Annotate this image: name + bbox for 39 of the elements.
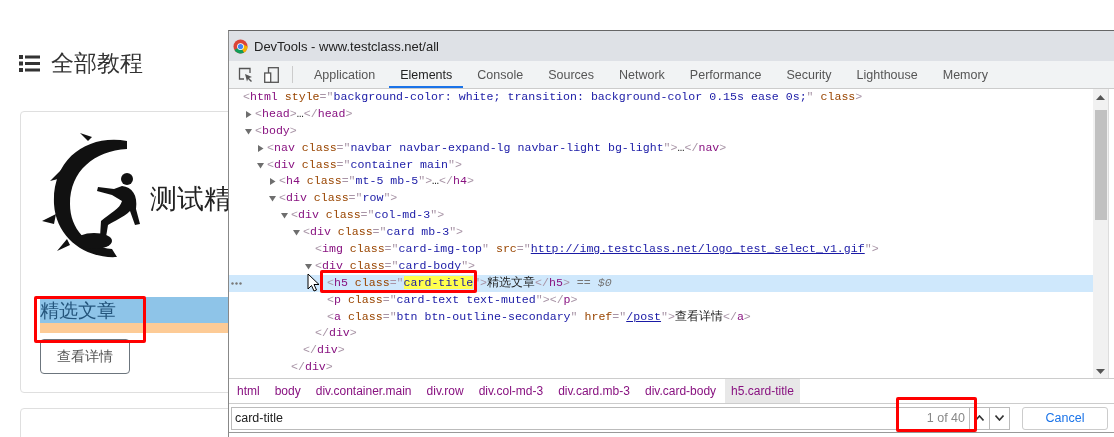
code-line[interactable]: <head>…</head> [255,106,353,120]
code-line[interactable]: <div class="card-body"> [315,258,476,272]
code-line[interactable]: <div class="row"> [279,191,398,205]
code-line[interactable]: <div class="col-md-3"> [291,208,445,222]
breadcrumb[interactable]: div.container.main [309,379,418,403]
search-highlight: card-title [403,275,474,289]
code-line: </div> [303,343,345,357]
breadcrumb[interactable]: body [268,379,307,403]
panel-tab[interactable]: Memory [931,61,999,88]
panel-tab[interactable]: Sources [537,61,605,88]
code-line[interactable]: <html style="background-color: white; transition: background-color 0.15s ease 0s;" class> [243,90,863,103]
logo-text: 测试精 [150,182,231,216]
panel-tab[interactable]: Lighthouse [845,61,929,88]
breadcrumb[interactable]: div.card.mb-3 [552,379,636,403]
code-line: </div> [291,360,333,374]
code-line[interactable]: <div class="container main"> [267,157,462,171]
breadcrumb[interactable]: div.row [420,379,470,403]
code-line[interactable]: <nav class="navbar navbar-expand-lg navbar-light bg-light">…</nav> [267,140,727,154]
page-heading: 全部教程 [51,49,143,78]
window-title: DevTools - www.testclass.net/all [254,38,439,54]
link[interactable]: /post [626,309,662,323]
code-line[interactable]: <h4 class="mt-5 mb-5">…</h4> [279,174,474,188]
panel-tab[interactable]: Performance [678,61,773,88]
code-line[interactable]: <body> [255,123,297,137]
code-line[interactable]: <div class="card mb-3"> [303,225,464,239]
link[interactable]: http://img.testclass.net/logo_test_select_v1.gif [530,242,865,255]
code-line[interactable]: <img class="card-img-top" src="http://img.testclass.net/logo_test_select_v1.gif"> [315,242,879,255]
code-line: </div> [315,326,357,340]
panel-tab[interactable]: Security [775,61,843,88]
panel-tab[interactable]: Elements [389,61,464,88]
breadcrumb[interactable]: h5.card-title [725,379,800,403]
cancel-button[interactable]: Cancel [1022,406,1108,430]
breadcrumb[interactable]: html [231,379,266,403]
panel-tab[interactable]: Network [608,61,676,88]
panel-tab[interactable]: Console [466,61,535,88]
breadcrumb[interactable]: div.card-body [638,379,723,403]
breadcrumb[interactable]: div.col-md-3 [472,379,550,403]
panel-tab[interactable]: Application [303,61,387,88]
details-button[interactable]: 查看详情 [40,339,130,374]
